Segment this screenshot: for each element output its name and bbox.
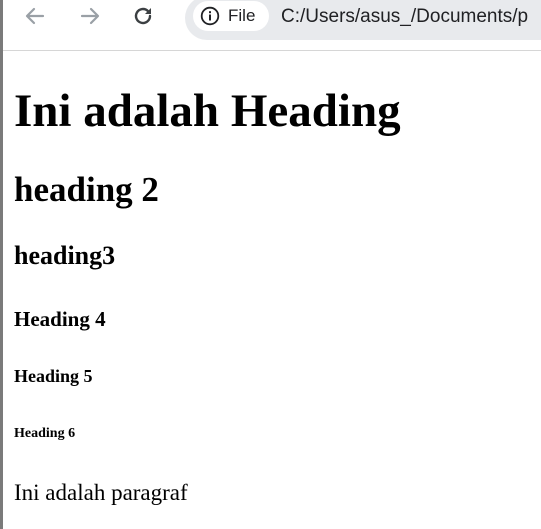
back-button[interactable] bbox=[18, 3, 52, 29]
heading-1: Ini adalah Heading bbox=[14, 85, 401, 137]
arrow-left-icon bbox=[25, 7, 45, 25]
site-chip-label: File bbox=[228, 6, 256, 25]
site-info-chip[interactable]: File bbox=[193, 1, 269, 31]
heading-2: heading 2 bbox=[14, 170, 159, 209]
heading-4: Heading 4 bbox=[14, 307, 106, 331]
forward-button[interactable] bbox=[73, 3, 107, 29]
arrow-right-icon bbox=[80, 7, 100, 25]
address-text[interactable]: C:/Users/asus_/Documents/p bbox=[281, 6, 528, 28]
heading-5: Heading 5 bbox=[14, 366, 93, 386]
browser-toolbar: File C:/Users/asus_/Documents/p bbox=[3, 0, 541, 51]
address-bar[interactable]: File C:/Users/asus_/Documents/p bbox=[185, 0, 541, 40]
reload-icon bbox=[134, 7, 152, 25]
reload-button[interactable] bbox=[126, 3, 160, 29]
heading-3: heading3 bbox=[14, 241, 116, 270]
info-icon bbox=[200, 6, 220, 26]
window-left-border bbox=[0, 0, 3, 529]
heading-6: Heading 6 bbox=[14, 426, 76, 441]
paragraph: Ini adalah paragraf bbox=[14, 480, 188, 505]
